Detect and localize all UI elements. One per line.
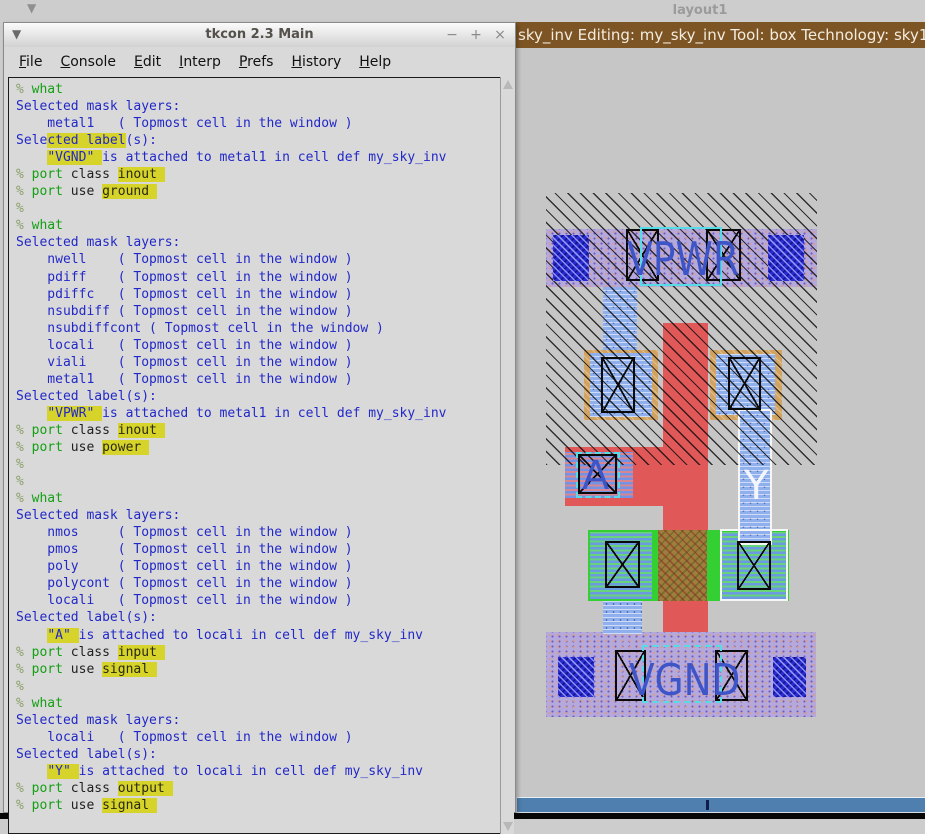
console-line: pmos ( Topmost cell in the window ) xyxy=(16,541,446,558)
console-line: % port use signal xyxy=(16,661,446,678)
console-line: metal1 ( Topmost cell in the window ) xyxy=(16,115,446,132)
console-line: % port class inout xyxy=(16,422,446,439)
console-line: metal1 ( Topmost cell in the window ) xyxy=(16,371,446,388)
menu-history[interactable]: History xyxy=(282,50,350,74)
console-line: Selected mask layers: xyxy=(16,507,446,524)
console-line: locali ( Topmost cell in the window ) xyxy=(16,592,446,609)
magic-layout-window: sky_inv Editing: my_sky_inv Tool: box Te… xyxy=(515,22,925,813)
contact-xbox-pdiff-right xyxy=(728,357,761,410)
console-line: "Y" is attached to locali in cell def my… xyxy=(16,763,446,780)
tkcon-titlebar[interactable]: ▼ tkcon 2.3 Main − + × xyxy=(4,23,515,48)
console-line: Selected label(s): xyxy=(16,609,446,626)
close-button[interactable]: × xyxy=(493,27,507,43)
console-line: % xyxy=(16,456,446,473)
console-text: % whatSelected mask layers: metal1 ( Top… xyxy=(9,78,446,814)
console-line: "VGND" is attached to metal1 in cell def… xyxy=(16,149,446,166)
console-line: % xyxy=(16,678,446,695)
console-line: Selected label(s): xyxy=(16,746,446,763)
contact-xbox-pdiff-left xyxy=(601,357,635,413)
console-line: % port use ground xyxy=(16,183,446,200)
console-line: nsubdiffcont ( Topmost cell in the windo… xyxy=(16,320,446,337)
console-line: Selected mask layers: xyxy=(16,234,446,251)
selection-box-ndiff-right xyxy=(720,529,788,601)
port-label-a: A xyxy=(582,456,609,496)
console-line: % port class output xyxy=(16,780,446,797)
console-line: Selected label(s): xyxy=(16,132,446,149)
console-line: pdiffc ( Topmost cell in the window ) xyxy=(16,286,446,303)
console-line: % port class input xyxy=(16,644,446,661)
console-line: % xyxy=(16,200,446,217)
menu-interp[interactable]: Interp xyxy=(170,50,230,74)
via-vpwr-right xyxy=(768,235,804,281)
scroll-up-icon[interactable] xyxy=(503,80,513,89)
console-line: nwell ( Topmost cell in the window ) xyxy=(16,251,446,268)
console-line: % xyxy=(16,473,446,490)
menu-edit[interactable]: Edit xyxy=(125,50,170,74)
tkcon-window: ▼ tkcon 2.3 Main − + × FileConsoleEditIn… xyxy=(3,22,516,813)
tkcon-window-title: tkcon 2.3 Main xyxy=(4,27,515,42)
minimize-button[interactable]: − xyxy=(445,27,459,43)
console-line: nsubdiff ( Topmost cell in the window ) xyxy=(16,303,446,320)
console-line: % what xyxy=(16,217,446,234)
console-line: % port class inout xyxy=(16,166,446,183)
console-line: % port use signal xyxy=(16,797,446,814)
console-line: locali ( Topmost cell in the window ) xyxy=(16,337,446,354)
desktop-window-title: layout1 xyxy=(640,3,760,18)
console-line: "A" is attached to locali in cell def my… xyxy=(16,627,446,644)
scroll-down-icon[interactable] xyxy=(503,822,513,831)
console-scrollbar[interactable] xyxy=(500,77,514,834)
contact-xbox-ndiff-left xyxy=(605,541,640,588)
console-line: % what xyxy=(16,81,446,98)
console-line: viali ( Topmost cell in the window ) xyxy=(16,354,446,371)
menu-prefs[interactable]: Prefs xyxy=(230,50,283,74)
layout-hscrollbar[interactable] xyxy=(517,797,925,813)
transistor-gate xyxy=(658,530,707,601)
console-line: polycont ( Topmost cell in the window ) xyxy=(16,575,446,592)
console-line: % what xyxy=(16,490,446,507)
menu-help[interactable]: Help xyxy=(350,50,400,74)
console-line: poly ( Topmost cell in the window ) xyxy=(16,558,446,575)
desktop-titlebar: ▼ layout1 xyxy=(0,0,925,22)
console-line: Selected mask layers: xyxy=(16,712,446,729)
via-vgnd-left xyxy=(558,657,594,697)
port-label-vpwr: VPWR xyxy=(627,236,739,282)
tkcon-menubar: FileConsoleEditInterpPrefsHistoryHelp xyxy=(4,47,515,76)
menu-file[interactable]: File xyxy=(10,50,51,74)
console-line: Selected label(s): xyxy=(16,388,446,405)
console-line: % port use power xyxy=(16,439,446,456)
console-output[interactable]: % whatSelected mask layers: metal1 ( Top… xyxy=(8,77,502,834)
locali-strip-top xyxy=(603,287,637,351)
via-vgnd-right xyxy=(773,657,806,697)
via-vpwr-left xyxy=(553,235,589,281)
console-line: % what xyxy=(16,695,446,712)
menu-console[interactable]: Console xyxy=(51,50,125,74)
maximize-button[interactable]: + xyxy=(469,27,483,43)
magic-titlebar[interactable]: sky_inv Editing: my_sky_inv Tool: box Te… xyxy=(515,22,925,48)
port-label-vgnd: VGND xyxy=(629,659,740,703)
hscrollbar-cursor xyxy=(706,800,709,810)
console-line: Selected mask layers: xyxy=(16,98,446,115)
window-menu-icon[interactable]: ▼ xyxy=(27,1,36,15)
console-line: nmos ( Topmost cell in the window ) xyxy=(16,524,446,541)
console-line: "VPWR" is attached to metal1 in cell def… xyxy=(16,405,446,422)
console-line: locali ( Topmost cell in the window ) xyxy=(16,729,446,746)
console-line: pdiff ( Topmost cell in the window ) xyxy=(16,269,446,286)
layout-canvas[interactable]: VPWR VGND A Y xyxy=(517,48,925,813)
port-label-y: Y xyxy=(744,466,768,506)
locali-strip-bottom xyxy=(603,600,642,634)
